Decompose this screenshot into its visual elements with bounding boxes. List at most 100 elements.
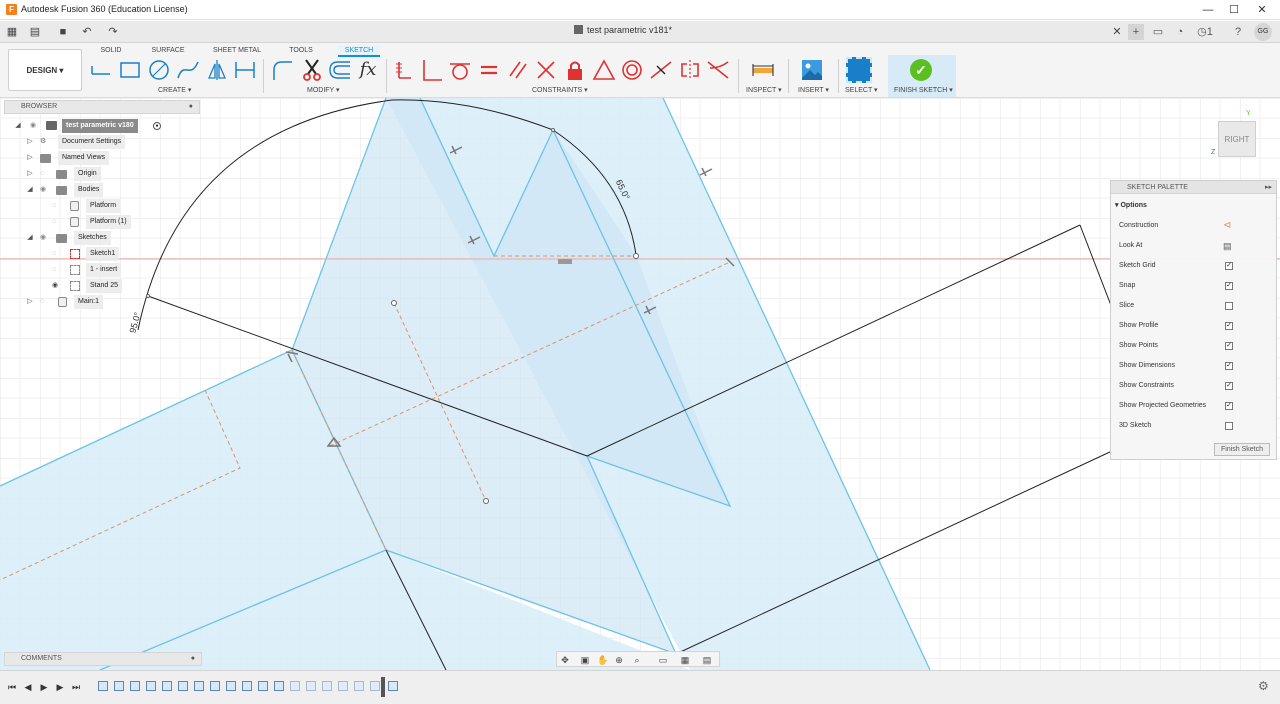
tree-item-platform-1[interactable]: ◌ Platform (1) — [52, 215, 131, 229]
timeline-settings-gear-icon[interactable]: ⚙ — [1258, 679, 1269, 693]
perpendicular-cross-icon[interactable] — [534, 58, 558, 82]
finish-sketch-group-label[interactable]: FINISH SKETCH ▾ — [894, 86, 953, 94]
offset-tool-icon[interactable] — [328, 58, 352, 82]
options-section[interactable]: ▾ Options — [1115, 201, 1147, 209]
spline-tool-icon[interactable] — [176, 58, 200, 82]
circle-tool-icon[interactable] — [147, 58, 171, 82]
visibility-eye-icon[interactable]: ◌ — [52, 266, 62, 274]
activate-radio-icon[interactable]: ● — [153, 122, 161, 130]
tree-item-named-views[interactable]: ▷ Named Views — [26, 151, 110, 165]
tab-sketch[interactable]: SKETCH — [338, 45, 380, 57]
tree-item-document-settings[interactable]: ▷ ⚙ Document Settings — [26, 135, 126, 149]
dimension-tool-icon[interactable] — [233, 58, 257, 82]
visibility-eye-icon[interactable]: ◉ — [52, 282, 62, 290]
tree-root[interactable]: ◢ ◉ test parametric v180 ● — [14, 119, 161, 133]
curvature-constraint-icon[interactable] — [706, 58, 730, 82]
browser-collapse-icon[interactable]: ● — [189, 101, 193, 113]
collapse-triangle-icon[interactable]: ▷ — [26, 138, 34, 146]
insert-group-label[interactable]: INSERT ▾ — [798, 86, 829, 94]
perpendicular-constraint-icon[interactable] — [420, 58, 444, 82]
comments-add-icon[interactable]: ● — [191, 653, 195, 665]
avatar[interactable]: GG — [1254, 23, 1272, 41]
visibility-eye-icon[interactable]: ◌ — [40, 298, 50, 306]
tab-tools[interactable]: TOOLS — [284, 45, 318, 57]
timeline-feature[interactable] — [146, 681, 156, 691]
snap-checkbox[interactable]: ✓ — [1225, 282, 1233, 290]
fix-lock-icon[interactable] — [563, 58, 587, 82]
sketch-palette-header[interactable]: SKETCH PALETTE ▸▸ — [1111, 181, 1276, 194]
visibility-eye-icon[interactable]: ◌ — [52, 202, 62, 210]
concentric-constraint-icon[interactable] — [620, 58, 644, 82]
tab-sheet-metal[interactable]: SHEET METAL — [210, 45, 264, 57]
extensions-icon[interactable]: ▭ — [1150, 24, 1166, 40]
grid-settings-icon[interactable]: ▦ — [679, 654, 691, 666]
data-panel-grid-icon[interactable]: ▦ — [5, 25, 19, 39]
expand-triangle-icon[interactable]: ◢ — [26, 234, 34, 242]
sketch-grid-checkbox[interactable]: ✓ — [1225, 262, 1233, 270]
comments-panel[interactable]: COMMENTS ● — [4, 652, 202, 666]
trim-scissors-icon[interactable] — [300, 58, 324, 82]
look-at-nav-icon[interactable]: ▣ — [579, 654, 591, 666]
timeline-feature[interactable] — [354, 681, 364, 691]
modify-group-label[interactable]: MODIFY ▾ — [307, 86, 340, 94]
visibility-eye-icon[interactable]: ◉ — [40, 186, 50, 194]
timeline-feature[interactable] — [210, 681, 220, 691]
timeline-feature[interactable] — [306, 681, 316, 691]
fit-zoom-icon[interactable]: ⌕ — [631, 654, 643, 666]
show-dimensions-checkbox[interactable]: ✓ — [1225, 362, 1233, 370]
select-tool-icon[interactable] — [846, 57, 872, 83]
show-projected-geometries-checkbox[interactable]: ✓ — [1225, 402, 1233, 410]
3d-sketch-checkbox[interactable] — [1225, 422, 1233, 430]
timeline-feature[interactable] — [114, 681, 124, 691]
tab-solid[interactable]: SOLID — [94, 45, 128, 57]
show-constraints-checkbox[interactable]: ✓ — [1225, 382, 1233, 390]
timeline-feature[interactable] — [274, 681, 284, 691]
visibility-eye-icon[interactable]: ◉ — [30, 122, 40, 130]
tree-item-stand-25[interactable]: ◉ Stand 25 — [52, 279, 123, 293]
visibility-eye-icon[interactable]: ◉ — [40, 234, 50, 242]
save-icon[interactable]: ■ — [56, 25, 70, 39]
display-settings-icon[interactable]: ▭ — [657, 654, 669, 666]
viewports-icon[interactable]: ▤ — [701, 654, 713, 666]
tree-item-bodies[interactable]: ◢ ◉ Bodies — [26, 183, 104, 197]
tangent-constraint-icon[interactable] — [448, 58, 472, 82]
timeline-feature[interactable] — [178, 681, 188, 691]
orbit-icon[interactable]: ✥ — [559, 654, 571, 666]
go-to-end-icon[interactable]: ⏭ — [70, 681, 82, 693]
timeline-feature[interactable] — [194, 681, 204, 691]
tree-item-sketch1[interactable]: ◌ Sketch1 — [52, 247, 120, 261]
collapse-triangle-icon[interactable]: ▷ — [26, 154, 34, 162]
insert-image-icon[interactable] — [800, 58, 824, 82]
play-icon[interactable]: ▶ — [38, 681, 50, 693]
mirror-tool-icon[interactable] — [205, 58, 229, 82]
undo-icon[interactable]: ↶ — [80, 25, 94, 39]
slice-checkbox[interactable] — [1225, 302, 1233, 310]
step-forward-icon[interactable]: ▶ — [54, 681, 66, 693]
minimize-button[interactable]: — — [1196, 2, 1220, 18]
parallel-constraint-icon[interactable] — [506, 58, 530, 82]
fillet-tool-icon[interactable] — [270, 58, 294, 82]
step-back-icon[interactable]: ◀ — [22, 681, 34, 693]
timeline-feature[interactable] — [322, 681, 332, 691]
timeline-feature[interactable] — [370, 681, 380, 691]
new-tab-icon[interactable]: + — [1128, 24, 1144, 40]
redo-icon[interactable]: ↷ — [106, 25, 120, 39]
pan-hand-icon[interactable]: ✋ — [597, 654, 609, 666]
inspect-group-label[interactable]: INSPECT ▾ — [746, 86, 782, 94]
document-tab[interactable]: test parametric v181* — [574, 25, 672, 35]
tree-item-platform[interactable]: ◌ Platform — [52, 199, 121, 213]
line-tool-icon[interactable] — [90, 58, 114, 82]
tree-item-main-1[interactable]: ▷ ◌ Main:1 — [26, 295, 104, 309]
visibility-eye-icon[interactable]: ◌ — [52, 218, 62, 226]
tree-item-sketches[interactable]: ◢ ◉ Sketches — [26, 231, 111, 245]
constraints-group-label[interactable]: CONSTRAINTS ▾ — [532, 86, 588, 94]
coincident-constraint-icon[interactable] — [391, 58, 415, 82]
triangle-constraint-icon[interactable] — [592, 58, 616, 82]
tab-surface[interactable]: SURFACE — [148, 45, 188, 57]
timeline-feature[interactable] — [242, 681, 252, 691]
show-profile-checkbox[interactable]: ✓ — [1225, 322, 1233, 330]
help-icon[interactable]: ? — [1230, 24, 1246, 40]
palette-finish-sketch-button[interactable]: Finish Sketch — [1214, 443, 1270, 456]
expand-triangle-icon[interactable]: ◢ — [14, 122, 22, 130]
symmetry-constraint-icon[interactable] — [678, 58, 702, 82]
